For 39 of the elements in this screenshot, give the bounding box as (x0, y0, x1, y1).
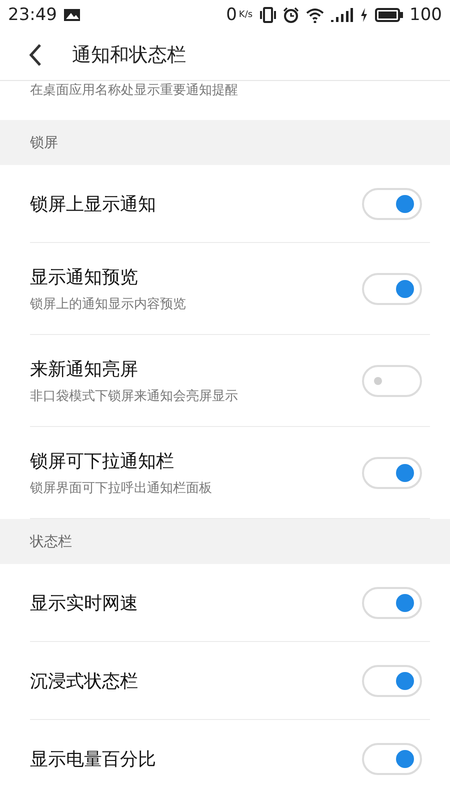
setting-label: 显示电量百分比 (30, 748, 156, 770)
section-title: 锁屏 (30, 134, 58, 152)
setting-label: 显示实时网速 (30, 592, 138, 614)
toggle-switch[interactable] (362, 364, 422, 396)
setting-row[interactable]: 沉浸式状态栏 (30, 642, 430, 720)
page-title: 通知和状态栏 (72, 43, 186, 68)
toggle-switch[interactable] (362, 664, 422, 696)
battery-icon (374, 8, 403, 22)
setting-label: 来新通知亮屏 (30, 358, 139, 380)
vibrate-icon (260, 7, 276, 23)
setting-row[interactable]: 来新通知亮屏 非口袋模式下锁屏来通知会亮屏显示 (30, 335, 430, 427)
setting-label: 锁屏上显示通知 (30, 192, 156, 216)
signal-icon (330, 8, 353, 22)
setting-label: 显示通知预览 (30, 266, 139, 288)
section-title: 状态栏 (30, 532, 72, 550)
toggle-switch[interactable] (362, 742, 422, 774)
setting-row[interactable]: 显示通知预览 锁屏上的通知显示内容预览 (30, 243, 430, 335)
wifi-icon (306, 8, 324, 22)
toggle-switch[interactable] (362, 456, 422, 488)
toggle-switch[interactable] (362, 586, 422, 618)
setting-label: 沉浸式状态栏 (30, 670, 138, 692)
setting-row[interactable]: 显示实时网速 (30, 564, 430, 642)
charging-icon (360, 8, 368, 22)
setting-description: 锁屏上的通知显示内容预览 (30, 296, 186, 312)
battery-percent: 100 (410, 5, 442, 25)
setting-row[interactable]: 显示电量百分比 (30, 720, 430, 797)
setting-description: 非口袋模式下锁屏来通知会亮屏显示 (30, 388, 238, 404)
alarm-icon (282, 7, 299, 23)
toggle-switch[interactable] (362, 272, 422, 304)
net-speed: 0 (226, 5, 237, 25)
setting-description: 锁屏界面可下拉呼出通知栏面板 (30, 480, 212, 496)
setting-description: 在桌面应用名称处显示重要通知提醒 (30, 82, 238, 99)
image-icon (63, 8, 81, 22)
back-icon[interactable] (28, 43, 42, 67)
setting-row[interactable]: 锁屏上显示通知 (30, 165, 430, 243)
setting-label: 锁屏可下拉通知栏 (30, 450, 175, 472)
net-speed-unit: K/s (238, 10, 253, 20)
toggle-switch[interactable] (362, 188, 422, 220)
clock-time: 23:49 (8, 5, 57, 25)
